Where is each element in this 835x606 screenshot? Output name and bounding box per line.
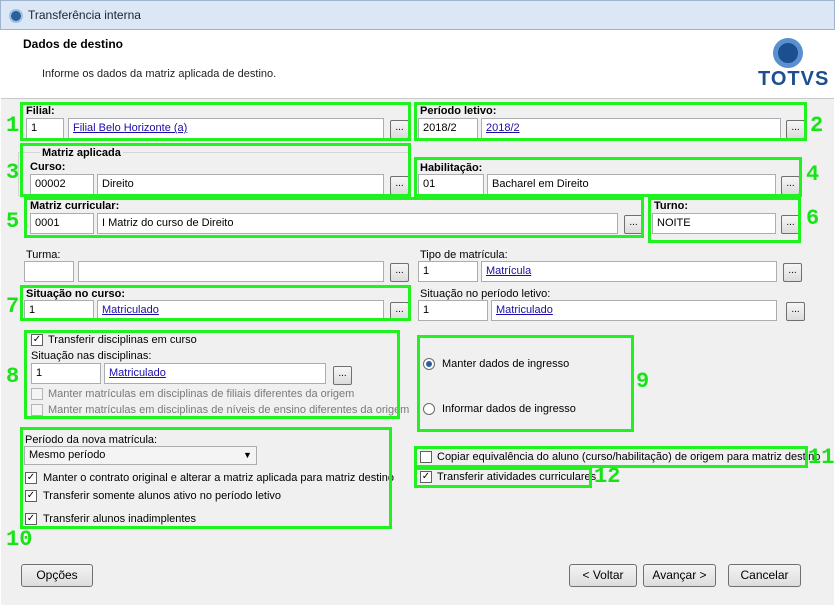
annotation-box-4: [414, 157, 802, 197]
avancar-button[interactable]: Avançar >: [643, 564, 716, 587]
voltar-button[interactable]: < Voltar: [569, 564, 637, 587]
annotation-box-8: [24, 330, 400, 419]
totvs-logo-text: TOTVS: [758, 68, 830, 90]
annotation-number-4: 4: [806, 162, 820, 187]
annotation-number-11: 11: [808, 445, 835, 470]
annotation-box-7: [20, 285, 411, 321]
tipo-matricula-lookup-button[interactable]: ...: [783, 263, 802, 282]
annotation-number-9: 9: [636, 369, 650, 394]
annotation-number-10: 10: [6, 527, 33, 552]
annotation-box-1: [20, 102, 411, 141]
annotation-box-9: [417, 335, 634, 432]
turma-lookup-button[interactable]: ...: [390, 263, 409, 282]
situacao-periodo-code-input[interactable]: 1: [418, 300, 488, 321]
annotation-number-8: 8: [6, 364, 20, 389]
turma-name-input[interactable]: [78, 261, 384, 282]
turma-label: Turma:: [26, 249, 61, 261]
annotation-box-6: [648, 197, 801, 243]
opcoes-button[interactable]: Opções: [21, 564, 93, 587]
annotation-number-7: 7: [6, 294, 20, 319]
annotation-number-5: 5: [6, 209, 20, 234]
tipo-matricula-code-input[interactable]: 1: [418, 261, 478, 282]
annotation-box-3: [20, 143, 411, 197]
wizard-header: [1, 30, 834, 99]
annotation-box-12: [414, 467, 592, 488]
tipo-matricula-label: Tipo de matrícula:: [420, 249, 508, 261]
header-subtitle: Informe os dados da matriz aplicada de d…: [42, 68, 277, 80]
cancelar-button[interactable]: Cancelar: [728, 564, 801, 587]
situacao-periodo-name-input[interactable]: Matriculado: [491, 300, 777, 321]
annotation-box-5: [24, 197, 644, 238]
window-title: Transferência interna: [28, 8, 141, 22]
annotation-box-10: [20, 427, 392, 529]
header-title: Dados de destino: [23, 37, 124, 51]
annotation-number-3: 3: [6, 160, 20, 185]
tipo-matricula-name-input[interactable]: Matrícula: [481, 261, 777, 282]
annotation-box-2: [414, 102, 807, 141]
situacao-periodo-lookup-button[interactable]: ...: [786, 302, 805, 321]
annotation-number-2: 2: [810, 113, 824, 138]
situacao-periodo-label: Situação no período letivo:: [420, 288, 551, 300]
annotation-number-1: 1: [6, 113, 20, 138]
totvs-logo-icon: [773, 38, 803, 68]
turma-code-input[interactable]: [24, 261, 74, 282]
app-icon: [9, 9, 23, 23]
annotation-number-12: 12: [594, 464, 621, 489]
annotation-number-6: 6: [806, 206, 820, 231]
